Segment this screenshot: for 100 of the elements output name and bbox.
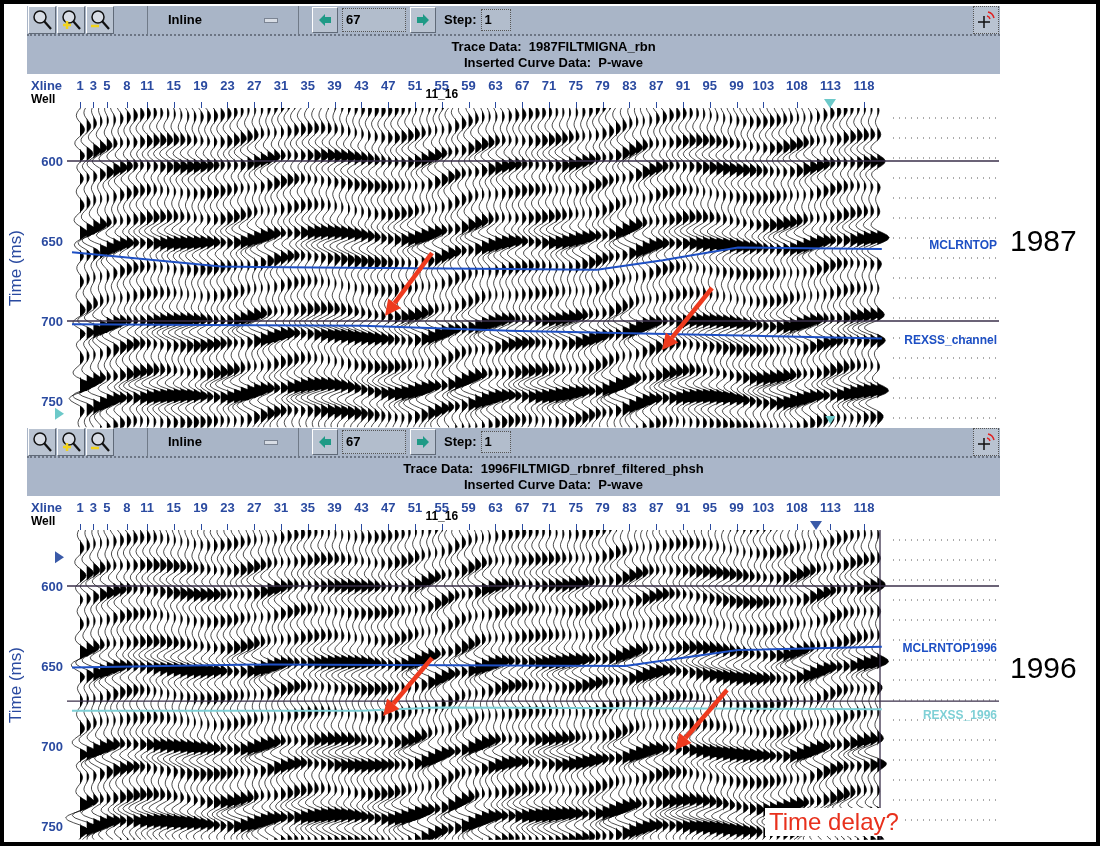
time-label: 600: [41, 154, 63, 169]
tick-mark: [830, 524, 832, 530]
tick-mark: [863, 102, 865, 108]
xline-label: 59: [461, 77, 476, 95]
horizon-label: REXSS_channel: [904, 332, 997, 347]
next-button[interactable]: [410, 7, 436, 33]
step-field[interactable]: 1: [480, 9, 511, 31]
xline-label: 99: [729, 77, 744, 95]
xline-label: 71: [541, 499, 557, 517]
time-label: 650: [41, 234, 63, 249]
tick-mark: [361, 102, 363, 108]
xline-label: 11: [140, 499, 154, 517]
xline-label: 31: [273, 77, 289, 95]
axis-label: Xline: [31, 77, 63, 94]
xline-label: 19: [193, 499, 208, 517]
tick-mark: [200, 102, 202, 108]
zoom-button[interactable]: [28, 428, 56, 456]
zoom-in-icon: [60, 9, 82, 31]
xline-label: 5: [103, 77, 111, 95]
triangle-marker-icon: [810, 521, 823, 530]
tick-mark: [863, 524, 865, 530]
dropdown-label: Inline: [168, 11, 202, 30]
xline-label: 67: [514, 499, 530, 517]
tick-mark: [441, 524, 443, 530]
pointer-tool-button[interactable]: [973, 428, 999, 456]
left-arrow-icon: [318, 14, 332, 26]
pointer-tool-button[interactable]: [973, 6, 999, 34]
tick-mark: [522, 524, 524, 530]
tick-mark: [683, 102, 684, 108]
xline-label: 35: [300, 77, 316, 95]
header-text: Inserted Curve Data: P-wave: [463, 55, 644, 71]
left-arrow-icon: [318, 436, 332, 448]
tick-mark: [80, 524, 81, 530]
tick-mark: [93, 102, 95, 108]
dropdown[interactable]: Inline: [147, 428, 299, 456]
well-name: 11_16: [425, 510, 459, 523]
xline-label: 27: [246, 499, 262, 517]
tick-mark: [495, 524, 497, 530]
step-label: Step:: [444, 433, 477, 452]
tick-mark: [522, 102, 524, 108]
next-button[interactable]: [410, 429, 436, 455]
time-label: 750: [41, 819, 63, 834]
tick-mark: [602, 102, 604, 108]
xline-label: 47: [380, 77, 396, 95]
crosshair-signal-icon: [976, 10, 996, 30]
dropdown[interactable]: Inline: [147, 6, 299, 34]
xline-label: 19: [193, 77, 208, 95]
tick-mark: [388, 524, 390, 530]
axis-label: Xline: [31, 499, 63, 516]
xline-label: 79: [595, 499, 610, 517]
xline-label: 8: [123, 77, 131, 95]
tick-mark: [763, 524, 765, 530]
tick-mark: [575, 102, 577, 108]
annotation-text: Time delay?: [765, 808, 903, 836]
horizon-label: REXSS_1996: [922, 708, 997, 722]
tick-mark: [736, 524, 738, 530]
zoom-in-button[interactable]: [57, 6, 85, 34]
previous-button[interactable]: [312, 7, 338, 33]
tick-mark: [147, 102, 148, 108]
zoom-out-button[interactable]: [86, 6, 114, 34]
xline-label: 15: [166, 77, 182, 95]
tick-mark: [281, 524, 282, 530]
xline-label: 83: [622, 77, 637, 95]
tick-mark: [361, 524, 363, 530]
inline-field[interactable]: 67: [342, 430, 406, 454]
xline-label: 91: [675, 77, 691, 95]
search-icon: [31, 431, 53, 453]
xline-label: 8: [123, 499, 131, 517]
xline-label: 59: [461, 499, 476, 517]
xline-label: 3: [89, 77, 97, 95]
xline-label: 108: [786, 77, 808, 95]
zoom-in-button[interactable]: [57, 428, 85, 456]
xline-label: 27: [246, 77, 262, 95]
axis-label: Well: [31, 513, 56, 530]
xline-label: 31: [273, 499, 289, 517]
xline-label: 79: [595, 77, 610, 95]
tick-mark: [307, 102, 309, 108]
zoom-out-icon: [89, 431, 111, 453]
step-field[interactable]: 1: [480, 431, 511, 453]
zoom-out-button[interactable]: [86, 428, 114, 456]
triangle-marker-icon: [55, 551, 64, 564]
pointer-arrow: [662, 286, 714, 350]
xline-label: 103: [752, 77, 775, 95]
xline-label: 75: [568, 77, 584, 95]
xline-label: 39: [327, 77, 342, 95]
dropdown-indicator-icon: [264, 17, 278, 23]
inline-field[interactable]: 67: [342, 8, 406, 32]
tick-mark: [656, 102, 658, 108]
xline-label: 87: [648, 77, 664, 95]
xline-label: 103: [752, 499, 775, 517]
xline-label: 99: [729, 499, 744, 517]
xline-label: 63: [488, 499, 503, 517]
zoom-button[interactable]: [28, 6, 56, 34]
tick-mark: [106, 102, 108, 108]
previous-button[interactable]: [312, 429, 338, 455]
step-label: Step:: [444, 11, 477, 30]
tick-mark: [254, 524, 256, 530]
dropdown-indicator-icon: [264, 439, 278, 445]
tick-mark: [575, 524, 577, 530]
tick-mark: [415, 102, 416, 108]
